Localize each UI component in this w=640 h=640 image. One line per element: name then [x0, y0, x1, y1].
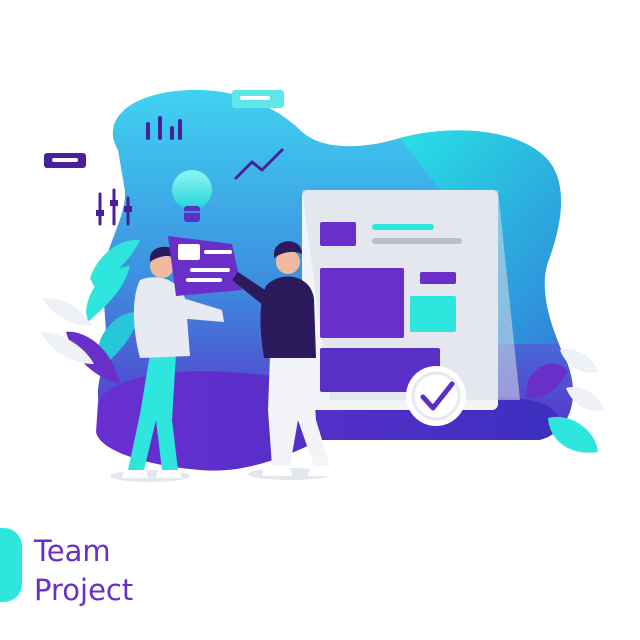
title-line-1: Team — [34, 534, 111, 568]
title-line-2: Project — [34, 573, 134, 607]
checkmark-icon — [406, 366, 466, 426]
page: Team Project — [0, 0, 640, 640]
small-bar-tag — [44, 153, 86, 168]
project-board — [302, 190, 520, 410]
held-document — [168, 236, 242, 296]
label-tag-icon — [232, 90, 284, 108]
accent-tab — [0, 528, 22, 602]
page-title: Team Project — [34, 532, 133, 610]
